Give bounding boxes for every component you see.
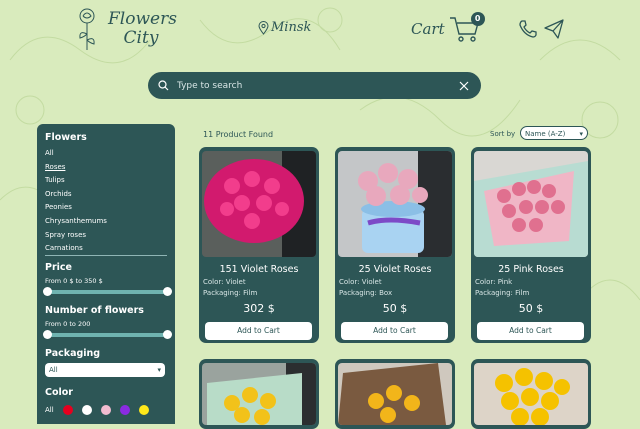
color-filter-title: Color	[45, 387, 73, 398]
cart-icon-wrap: 0	[449, 12, 485, 44]
category-orchids[interactable]: Orchids	[45, 188, 165, 202]
category-list: All Roses Tulips Orchids Peonies Chrysan…	[45, 147, 165, 256]
product-price: 50 $	[382, 302, 408, 315]
rose-logo-icon	[79, 8, 95, 50]
color-white-swatch[interactable]	[81, 405, 92, 415]
color-violet-swatch[interactable]	[119, 405, 130, 415]
product-card[interactable]: 151 Violet Roses Color: Violet Packaging…	[199, 147, 319, 343]
city-name: Minsk	[271, 20, 312, 35]
product-image[interactable]	[202, 151, 316, 257]
bouquet-image	[474, 363, 588, 425]
color-swatches: All	[45, 405, 149, 415]
category-peonies[interactable]: Peonies	[45, 201, 165, 215]
sort-select[interactable]: Name (A-Z) ▾	[520, 126, 588, 140]
add-to-cart-button[interactable]: Add to Cart	[477, 322, 584, 340]
packaging-select[interactable]: All ▾	[45, 363, 165, 377]
results-count: 11 Product Found	[203, 130, 274, 139]
price-range-text: From 0 $ to 350 $	[45, 277, 103, 285]
add-to-cart-button[interactable]: Add to Cart	[341, 322, 448, 340]
search-icon	[158, 80, 169, 91]
category-carnations[interactable]: Carnations	[45, 242, 165, 256]
product-packaging: Packaging: Film	[475, 289, 530, 297]
telegram-icon[interactable]	[543, 18, 565, 40]
bouquet-image	[202, 151, 316, 257]
bouquet-image	[338, 151, 452, 257]
packaging-filter-title: Packaging	[45, 348, 101, 359]
cart-button[interactable]: Cart 0	[411, 12, 485, 44]
cart-count-badge: 0	[470, 12, 485, 26]
cart-label: Cart	[411, 20, 445, 38]
color-pink-swatch[interactable]	[100, 405, 111, 415]
divider	[45, 255, 167, 256]
count-range-text: From 0 to 200	[45, 320, 91, 328]
product-image[interactable]	[474, 151, 588, 257]
product-card[interactable]	[199, 359, 319, 429]
color-red-swatch[interactable]	[62, 405, 73, 415]
product-color: Color: Violet	[203, 278, 246, 286]
price-filter-title: Price	[45, 262, 72, 273]
add-to-cart-button[interactable]: Add to Cart	[205, 322, 312, 340]
close-icon[interactable]	[459, 81, 469, 91]
logo-line-2: City	[123, 28, 159, 48]
filter-sidebar: Flowers All Roses Tulips Orchids Peonies…	[37, 124, 175, 424]
product-price: 302 $	[243, 302, 275, 315]
flowers-filter-title: Flowers	[45, 132, 87, 143]
chevron-down-icon: ▾	[579, 130, 583, 138]
product-image[interactable]	[338, 151, 452, 257]
price-min-handle[interactable]	[43, 287, 52, 296]
logo-text: Flowers City	[108, 9, 177, 48]
search-input[interactable]	[175, 79, 459, 92]
bouquet-image	[202, 363, 316, 425]
count-slider[interactable]	[43, 330, 172, 339]
price-slider[interactable]	[43, 287, 172, 296]
product-name: 25 Pink Roses	[498, 264, 564, 275]
count-max-handle[interactable]	[163, 330, 172, 339]
product-card[interactable]	[335, 359, 455, 429]
packaging-value: All	[49, 366, 58, 374]
price-max-handle[interactable]	[163, 287, 172, 296]
product-packaging: Packaging: Film	[203, 289, 258, 297]
bouquet-image	[474, 151, 588, 257]
count-min-handle[interactable]	[43, 330, 52, 339]
category-all[interactable]: All	[45, 147, 165, 161]
product-name: 25 Violet Roses	[358, 264, 432, 275]
bouquet-image	[338, 363, 452, 425]
category-roses[interactable]: Roses	[45, 161, 165, 175]
sort-label: Sort by	[490, 130, 516, 138]
sort-value: Name (A-Z)	[525, 130, 566, 138]
product-image[interactable]	[338, 363, 452, 425]
category-chrysanthemums[interactable]: Chrysanthemums	[45, 215, 165, 229]
city-selector[interactable]: Minsk	[258, 20, 311, 35]
product-packaging: Packaging: Box	[339, 289, 393, 297]
logo-line-1: Flowers	[108, 9, 177, 29]
product-card[interactable]	[471, 359, 591, 429]
product-name: 151 Violet Roses	[219, 264, 299, 275]
product-color: Color: Pink	[475, 278, 513, 286]
category-spray-roses[interactable]: Spray roses	[45, 229, 165, 243]
brand-logo[interactable]: Flowers City	[74, 6, 177, 54]
count-filter-title: Number of flowers	[45, 305, 144, 316]
product-image[interactable]	[202, 363, 316, 425]
color-all[interactable]: All	[45, 406, 54, 414]
phone-icon[interactable]	[518, 19, 538, 39]
product-image[interactable]	[474, 363, 588, 425]
color-yellow-swatch[interactable]	[138, 405, 149, 415]
location-pin-icon	[258, 20, 269, 35]
product-card[interactable]: 25 Pink Roses Color: Pink Packaging: Fil…	[471, 147, 591, 343]
category-tulips[interactable]: Tulips	[45, 174, 165, 188]
search-bar[interactable]	[148, 72, 481, 99]
product-price: 50 $	[518, 302, 544, 315]
chevron-down-icon: ▾	[157, 366, 161, 374]
product-color: Color: Violet	[339, 278, 382, 286]
product-card[interactable]: 25 Violet Roses Color: Violet Packaging:…	[335, 147, 455, 343]
